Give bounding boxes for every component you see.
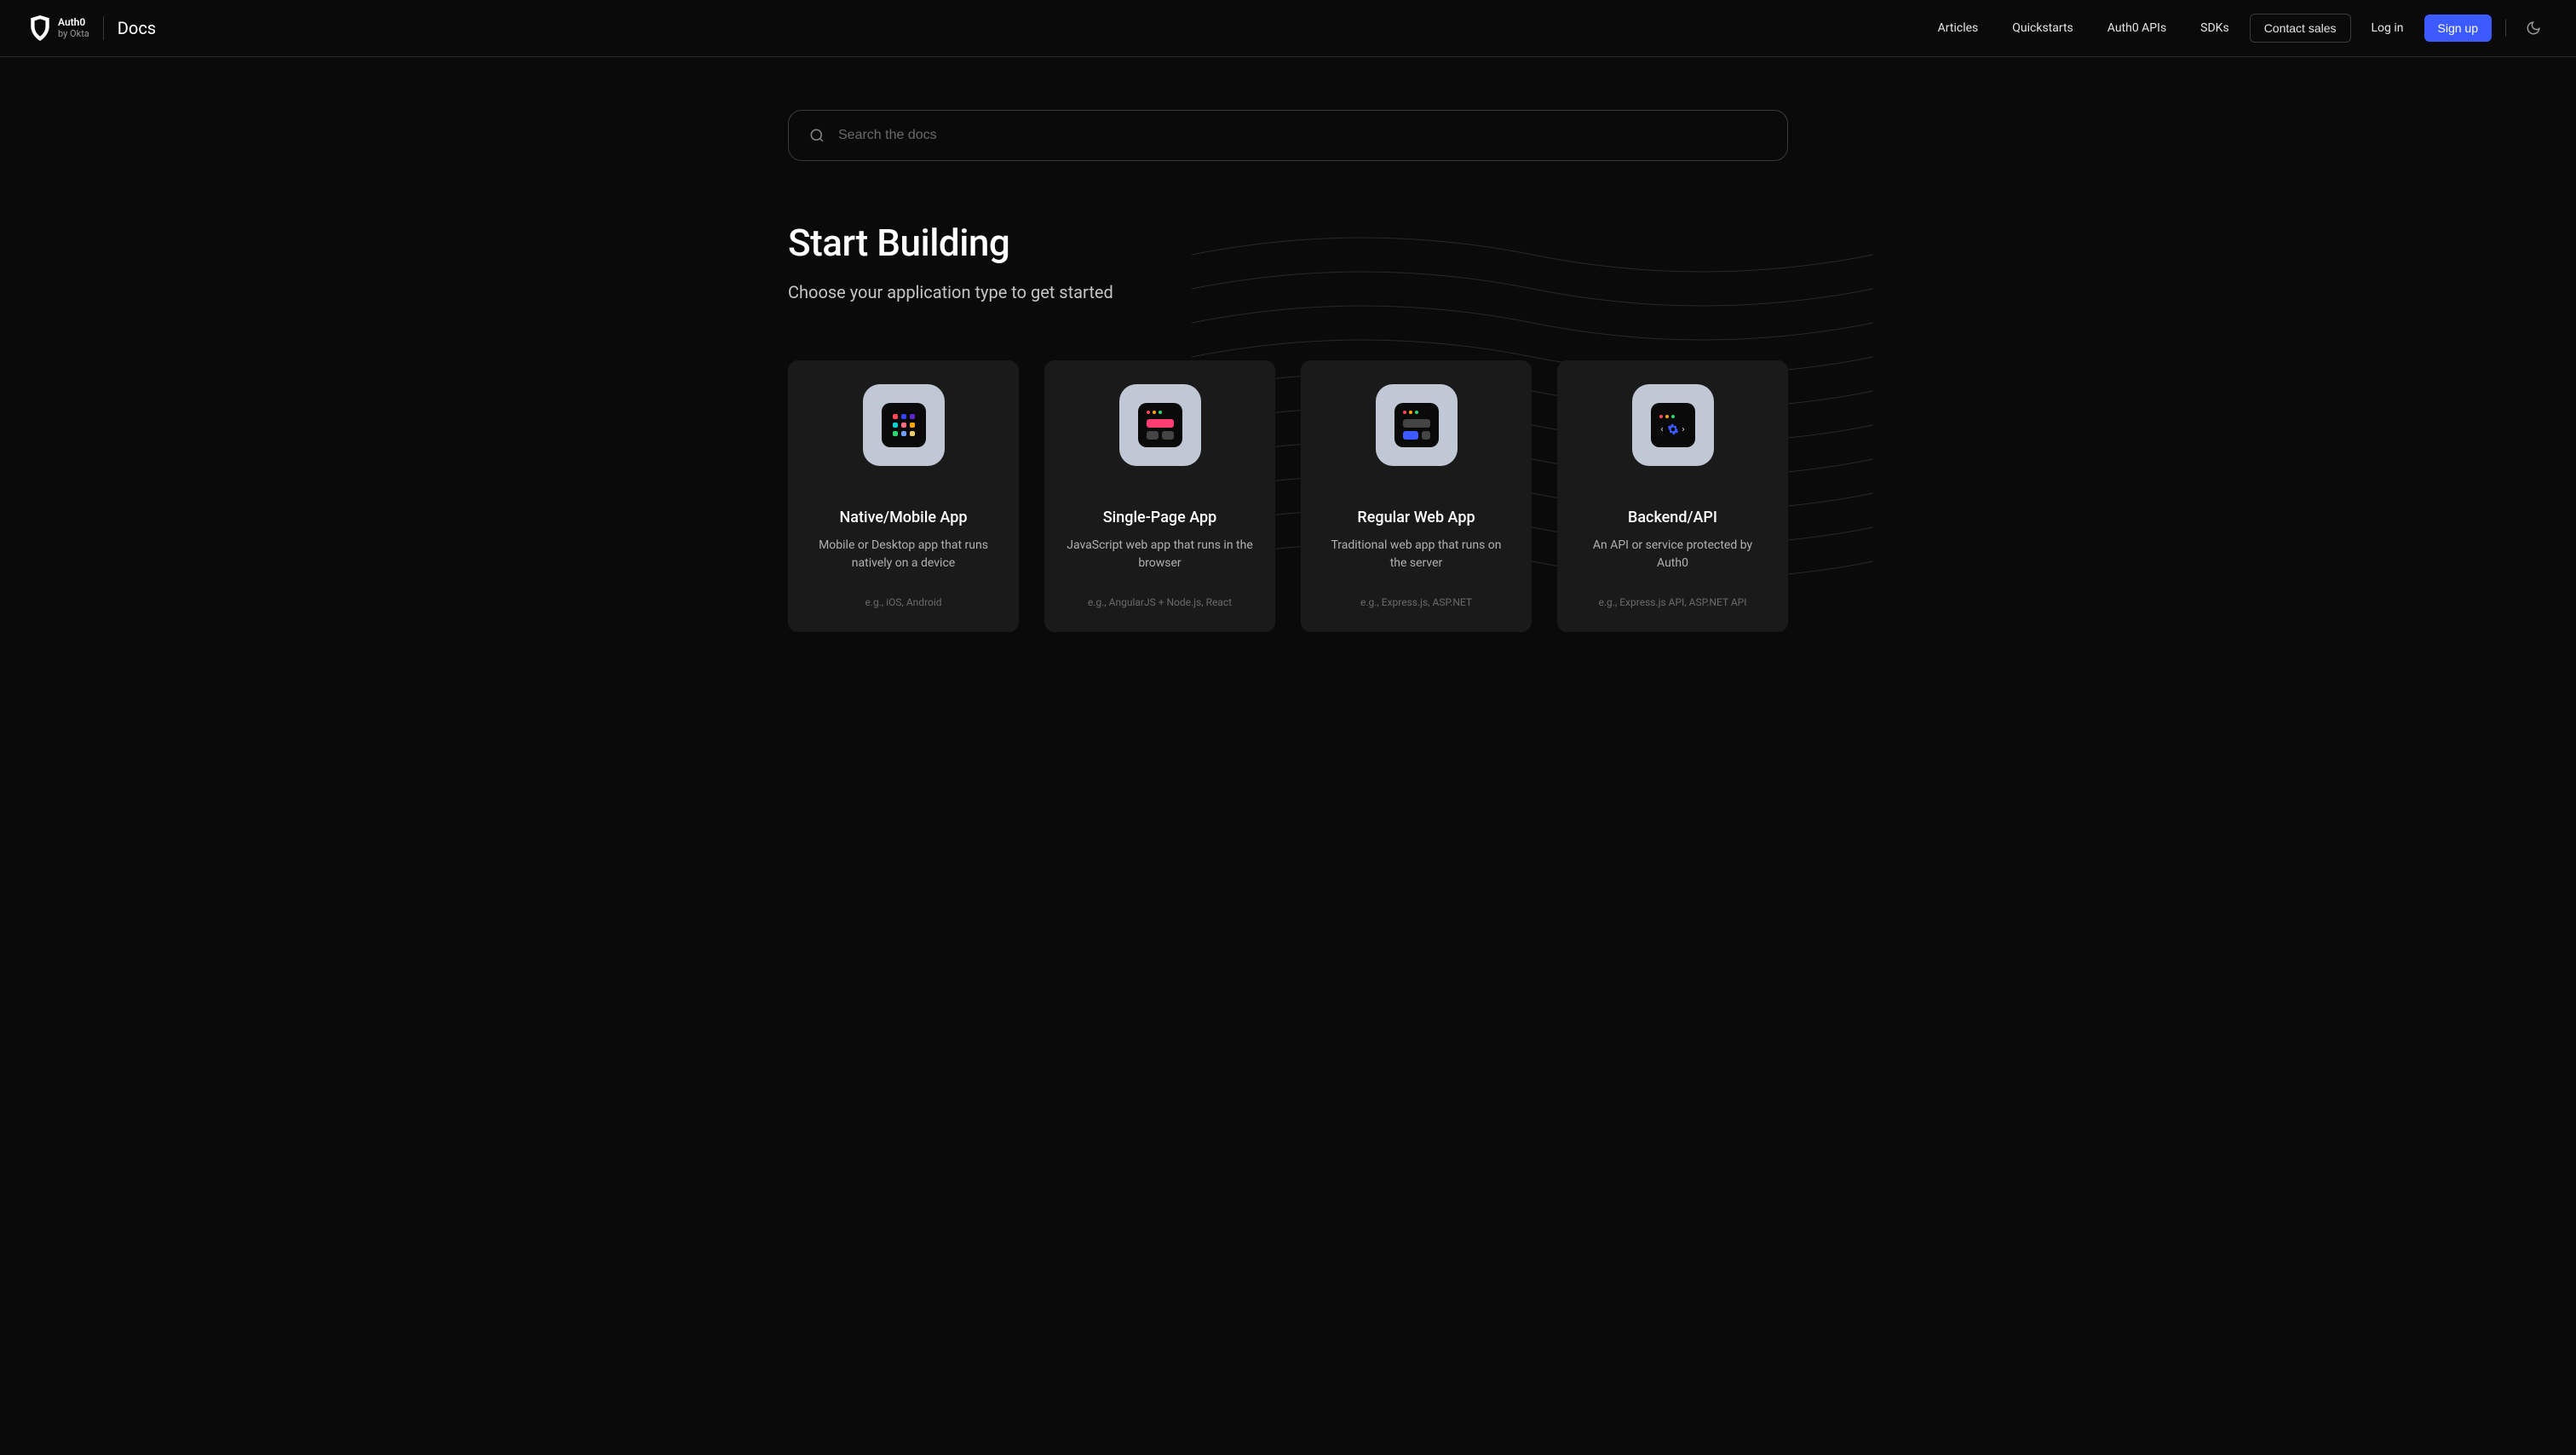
shield-icon xyxy=(29,15,51,41)
card-icon-box xyxy=(1119,384,1201,466)
card-title: Native/Mobile App xyxy=(840,509,968,526)
card-native-mobile[interactable]: Native/Mobile App Mobile or Desktop app … xyxy=(788,360,1019,632)
search-input[interactable] xyxy=(838,128,1767,143)
search-icon xyxy=(809,128,825,143)
spa-icon xyxy=(1138,403,1182,447)
logo-text: Auth0 by Okta xyxy=(58,17,89,38)
native-app-icon xyxy=(882,403,926,447)
search-wrapper xyxy=(788,110,1788,161)
card-eg: e.g., Express.js API, ASP.NET API xyxy=(1598,596,1746,608)
cards-grid: Native/Mobile App Mobile or Desktop app … xyxy=(788,360,1788,632)
hero: Start Building Choose your application t… xyxy=(788,221,1788,632)
card-title: Single-Page App xyxy=(1103,509,1216,526)
docs-label[interactable]: Docs xyxy=(118,18,156,38)
card-desc: JavaScript web app that runs in the brow… xyxy=(1065,537,1255,572)
card-icon-box xyxy=(1376,384,1458,466)
logo-byline: by Okta xyxy=(58,29,89,39)
card-backend-api[interactable]: ‹ › Backend/API An API or service protec… xyxy=(1557,360,1788,632)
moon-icon xyxy=(2526,20,2541,36)
theme-toggle[interactable] xyxy=(2520,14,2547,42)
hero-subtitle: Choose your application type to get star… xyxy=(788,282,1788,302)
web-app-icon xyxy=(1394,403,1439,447)
card-eg: e.g., Express.js, ASP.NET xyxy=(1360,596,1472,608)
card-web-app[interactable]: Regular Web App Traditional web app that… xyxy=(1301,360,1532,632)
nav-separator xyxy=(2505,20,2506,37)
nav-quickstarts[interactable]: Quickstarts xyxy=(1998,14,2087,42)
card-spa[interactable]: Single-Page App JavaScript web app that … xyxy=(1044,360,1275,632)
nav-auth0-apis[interactable]: Auth0 APIs xyxy=(2094,14,2180,42)
header: Auth0 by Okta Docs Articles Quickstarts … xyxy=(0,0,2576,57)
card-desc: Traditional web app that runs on the ser… xyxy=(1321,537,1511,572)
hero-title: Start Building xyxy=(788,221,1788,265)
api-icon: ‹ › xyxy=(1651,403,1695,447)
logo-area: Auth0 by Okta Docs xyxy=(29,15,156,41)
nav-sdks[interactable]: SDKs xyxy=(2187,14,2243,42)
login-link[interactable]: Log in xyxy=(2358,14,2418,42)
card-title: Regular Web App xyxy=(1357,509,1475,526)
card-eg: e.g., iOS, Android xyxy=(865,596,941,608)
card-icon-box: ‹ › xyxy=(1632,384,1714,466)
nav-articles[interactable]: Articles xyxy=(1924,14,1992,42)
nav: Articles Quickstarts Auth0 APIs SDKs Con… xyxy=(1924,14,2547,43)
card-icon-box xyxy=(863,384,945,466)
card-desc: Mobile or Desktop app that runs natively… xyxy=(808,537,998,572)
card-desc: An API or service protected by Auth0 xyxy=(1578,537,1768,572)
card-title: Backend/API xyxy=(1628,509,1717,526)
signup-button[interactable]: Sign up xyxy=(2424,14,2492,42)
card-eg: e.g., AngularJS + Node.js, React xyxy=(1088,596,1232,608)
contact-sales-button[interactable]: Contact sales xyxy=(2250,14,2351,43)
logo-name: Auth0 xyxy=(58,17,89,28)
search-box[interactable] xyxy=(788,110,1788,161)
auth0-logo[interactable]: Auth0 by Okta xyxy=(29,15,89,41)
logo-divider xyxy=(103,16,104,40)
gear-icon xyxy=(1667,423,1679,435)
